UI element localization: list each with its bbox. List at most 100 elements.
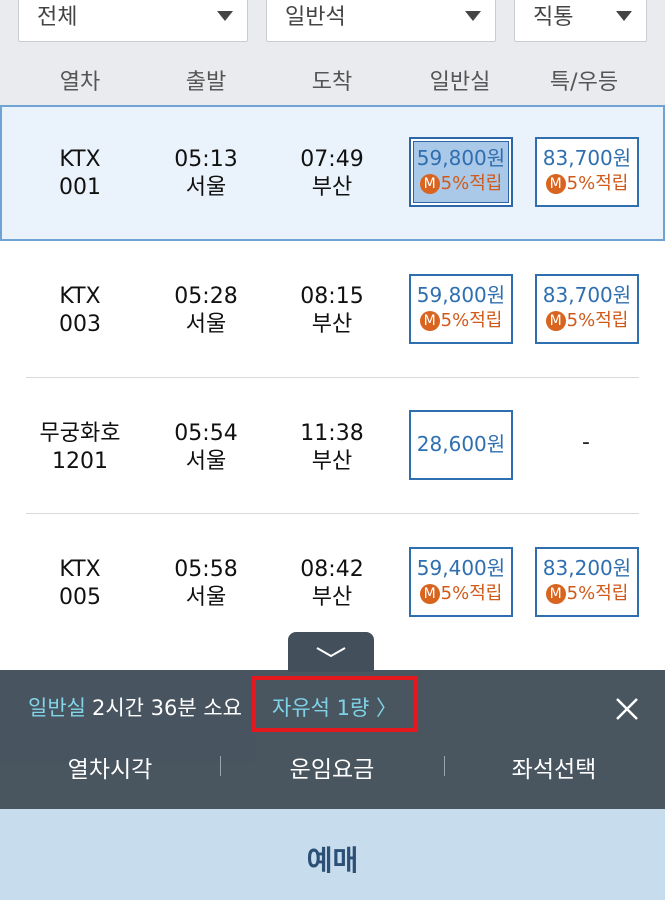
panel-collapse-handle[interactable] <box>288 632 374 672</box>
arrival-time: 07:49 <box>300 147 364 172</box>
mileage-text: 5%적립 <box>566 173 629 194</box>
mileage-text: 5%적립 <box>566 583 629 604</box>
arrival-station: 부산 <box>311 175 353 200</box>
mileage-text: 5%적립 <box>440 173 503 194</box>
seat-class-select[interactable]: 일반석 <box>266 0 496 42</box>
train-number: 001 <box>59 175 101 200</box>
arrival-cell: 08:42 부산 <box>300 556 363 612</box>
mileage-badge-icon: M <box>545 174 566 194</box>
arrival-cell: 07:49 부산 <box>300 146 363 202</box>
chevron-down-icon <box>316 647 346 658</box>
mileage-info: M 5%적립 <box>537 582 637 606</box>
chevron-down-icon <box>616 11 632 21</box>
column-header-special: 특/우등 <box>549 70 619 95</box>
special-fare-button[interactable]: 83,700원 M 5%적립 <box>535 274 639 344</box>
departure-time: 05:28 <box>174 284 238 309</box>
train-name: KTX <box>59 147 101 172</box>
trip-duration: 2시간 36분 소요 <box>91 696 243 720</box>
mileage-info: M 5%적립 <box>411 582 511 606</box>
trip-info: 일반실 2시간 36분 소요 <box>28 692 242 722</box>
train-type-select[interactable]: 전체 <box>18 0 248 42</box>
departure-station: 서울 <box>185 449 227 474</box>
fare-price: 59,800원 <box>416 283 506 307</box>
fare-price: 83,200원 <box>542 556 632 580</box>
arrival-cell: 11:38 부산 <box>300 420 363 476</box>
fare-price: 59,800원 <box>416 146 506 170</box>
departure-station: 서울 <box>185 175 227 200</box>
route-select[interactable]: 직통 <box>514 0 647 42</box>
arrival-cell: 08:15 부산 <box>300 283 363 339</box>
table-header: 열차 출발 도착 일반실 특/우등 <box>0 52 665 105</box>
train-name: 무궁화호 <box>39 421 121 446</box>
mileage-info: M 5%적립 <box>537 309 637 333</box>
chevron-down-icon <box>217 11 233 21</box>
arrival-time: 11:38 <box>300 421 364 446</box>
departure-time: 05:54 <box>174 421 238 446</box>
panel-actions: 열차시각 운임요금 좌석선택 <box>0 750 665 786</box>
seat-select-button[interactable]: 좌석선택 <box>512 750 597 784</box>
mileage-badge-icon: M <box>419 584 440 604</box>
special-fare-unavailable: - <box>582 430 590 455</box>
train-name: KTX <box>59 557 101 582</box>
mileage-info: M 5%적립 <box>411 172 511 196</box>
arrival-station: 부산 <box>311 312 353 337</box>
action-divider <box>220 756 221 776</box>
departure-cell: 05:54 서울 <box>174 420 237 476</box>
mileage-text: 5%적립 <box>440 583 503 604</box>
departure-cell: 05:13 서울 <box>174 146 237 202</box>
departure-station: 서울 <box>185 585 227 610</box>
general-fare-button[interactable]: 28,600원 <box>409 410 513 480</box>
general-fare-button[interactable]: 59,800원 M 5%적립 <box>409 137 513 207</box>
column-header-train: 열차 <box>59 70 101 95</box>
train-type-value: 전체 <box>37 5 78 30</box>
train-name-cell: KTX 005 <box>59 556 101 612</box>
arrival-station: 부산 <box>311 449 353 474</box>
filter-bar: 전체 일반석 직통 <box>0 0 665 52</box>
fare-info-button[interactable]: 운임요금 <box>290 750 375 784</box>
seat-class-value: 일반석 <box>285 5 346 30</box>
departure-time: 05:58 <box>174 557 238 582</box>
book-button[interactable]: 예매 <box>0 809 665 900</box>
chevron-down-icon <box>465 11 481 21</box>
column-header-departure: 출발 <box>185 70 227 95</box>
special-fare-button[interactable]: 83,700원 M 5%적립 <box>535 137 639 207</box>
general-fare-button[interactable]: 59,800원 M 5%적립 <box>409 274 513 344</box>
departure-station: 서울 <box>185 312 227 337</box>
train-number: 005 <box>59 585 101 610</box>
panel-seat-class: 일반실 <box>28 696 86 720</box>
route-value: 직통 <box>533 5 574 30</box>
mileage-info: M 5%적립 <box>411 309 511 333</box>
column-header-general: 일반실 <box>429 70 491 95</box>
book-button-label: 예매 <box>306 844 359 877</box>
general-fare-button[interactable]: 59,400원 M 5%적립 <box>409 547 513 617</box>
train-name-cell: KTX 003 <box>59 283 101 339</box>
arrival-time: 08:42 <box>300 557 364 582</box>
mileage-info: M 5%적립 <box>537 172 637 196</box>
train-name: KTX <box>59 284 101 309</box>
mileage-badge-icon: M <box>419 174 440 194</box>
mileage-badge-icon: M <box>545 584 566 604</box>
action-divider <box>444 756 445 776</box>
mileage-badge-icon: M <box>419 311 440 331</box>
departure-time: 05:13 <box>174 147 238 172</box>
close-icon[interactable] <box>614 696 640 722</box>
fare-price: 83,700원 <box>542 283 632 307</box>
mileage-text: 5%적립 <box>440 310 503 331</box>
train-name-cell: KTX 001 <box>59 146 101 202</box>
mileage-badge-icon: M <box>545 311 566 331</box>
train-number: 1201 <box>52 449 108 474</box>
mileage-text: 5%적립 <box>566 310 629 331</box>
fare-price: 59,400원 <box>416 556 506 580</box>
departure-cell: 05:58 서울 <box>174 556 237 612</box>
train-schedule-button[interactable]: 열차시각 <box>68 750 153 784</box>
train-number: 003 <box>59 312 101 337</box>
fare-price: 28,600원 <box>416 432 506 456</box>
column-header-arrival: 도착 <box>311 70 353 95</box>
highlight-box <box>252 676 418 732</box>
fare-price: 83,700원 <box>542 146 632 170</box>
special-fare-button[interactable]: 83,200원 M 5%적립 <box>535 547 639 617</box>
departure-cell: 05:28 서울 <box>174 283 237 339</box>
arrival-station: 부산 <box>311 585 353 610</box>
arrival-time: 08:15 <box>300 284 364 309</box>
train-name-cell: 무궁화호 1201 <box>40 420 121 476</box>
